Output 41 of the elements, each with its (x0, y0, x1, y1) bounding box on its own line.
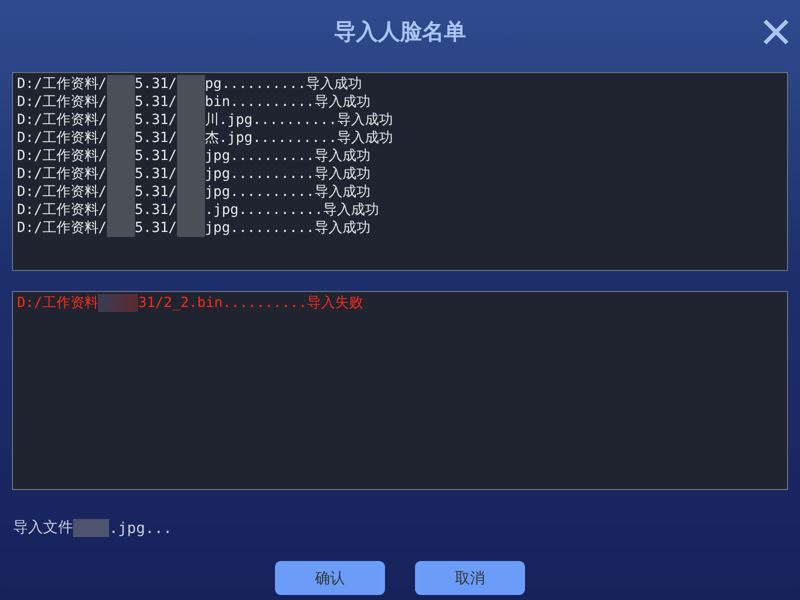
confirm-button[interactable]: 确认 (275, 561, 385, 595)
log-text: D:/工作资料/ (17, 75, 107, 93)
redaction-mosaic (98, 294, 138, 312)
log-text: jpg..........导入成功 (204, 183, 370, 201)
log-text: 川.jpg..........导入成功 (204, 111, 393, 129)
log-text: D:/工作资料 (17, 294, 98, 312)
redaction-mosaic (106, 219, 135, 237)
log-text: 5.31/ (134, 202, 177, 218)
log-text: 5.31/ (134, 148, 177, 164)
redaction-mosaic (176, 75, 205, 93)
log-text: 5.31/ (134, 166, 177, 182)
log-text: .jpg..........导入成功 (204, 201, 379, 219)
log-text: 5.31/ (134, 130, 177, 146)
log-text: jpg..........导入成功 (204, 147, 370, 165)
log-text: D:/工作资料/ (17, 147, 107, 165)
log-text: jpg..........导入成功 (204, 219, 370, 237)
log-text: pg..........导入成功 (204, 75, 362, 93)
log-text: 5.31/ (134, 220, 177, 236)
log-text: D:/工作资料/ (17, 111, 107, 129)
log-text: D:/工作资料/ (17, 219, 107, 237)
log-text: 31/2_2.bin..........导入失败 (138, 294, 363, 312)
log-text: D:/工作资料/ (17, 201, 107, 219)
log-text: D:/工作资料/ (17, 165, 107, 183)
log-text: 5.31/ (134, 76, 177, 92)
log-text: 5.31/ (134, 112, 177, 128)
cancel-button[interactable]: 取消 (415, 561, 525, 595)
close-icon[interactable] (762, 18, 790, 46)
window-title: 导入人脸名单 (334, 19, 466, 47)
log-text: 杰.jpg..........导入成功 (204, 129, 393, 147)
status-text: 导入文件 (13, 518, 73, 537)
redaction-mosaic (176, 219, 205, 237)
log-text: 5.31/ (134, 94, 177, 110)
redaction-mosaic (73, 518, 109, 536)
log-text: 5.31/ (134, 184, 177, 200)
log-text: bin..........导入成功 (204, 93, 370, 111)
log-text: jpg..........导入成功 (204, 165, 370, 183)
redaction-mosaic (106, 75, 135, 93)
log-text: D:/工作资料/ (17, 183, 107, 201)
status-text: .jpg... (109, 518, 172, 536)
log-text: D:/工作资料/ (17, 93, 107, 111)
log-text: D:/工作资料/ (17, 129, 107, 147)
